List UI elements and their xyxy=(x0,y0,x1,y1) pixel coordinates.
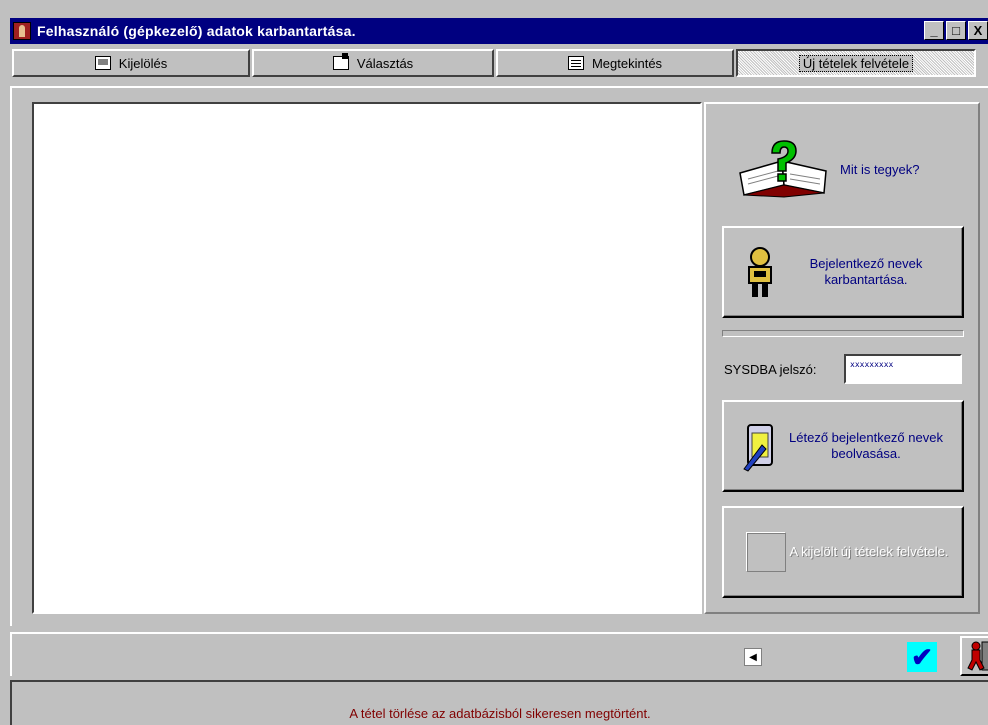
tab-label: Kijelölés xyxy=(118,55,168,71)
login-names-label: Bejelentkező nevek karbantartása. xyxy=(809,256,923,287)
read-login-names-label: Létező bejelentkező nevek beolvasása. xyxy=(789,430,943,461)
tab-label: Választás xyxy=(356,55,414,71)
status-bar: A tétel törlése az adatbázisból sikerese… xyxy=(10,680,988,725)
tab-uj-tetelek[interactable]: Új tételek felvétele xyxy=(736,49,976,77)
main-window: Felhasználó (gépkezelő) adatok karbantar… xyxy=(0,0,988,725)
keyboard-icon xyxy=(94,56,111,70)
database-edit-icon xyxy=(743,424,773,472)
tab-bar: Kijelölés Választás Megtekintés Új tétel… xyxy=(10,46,988,82)
window-controls: _ □ X xyxy=(922,21,988,40)
items-list[interactable] xyxy=(32,102,702,614)
window-title: Felhasználó (gépkezelő) adatok karbantar… xyxy=(37,23,356,39)
password-label: SYSDBA jelszó: xyxy=(724,362,817,377)
password-input[interactable]: xxxxxxxxx xyxy=(844,354,962,384)
exit-button[interactable] xyxy=(960,636,988,676)
add-selected-items-button[interactable]: A kijelölt új tételek felvétele. xyxy=(722,506,964,598)
help-link[interactable]: Mit is tegyek? xyxy=(736,134,966,204)
ok-check-button[interactable]: ✔ xyxy=(907,642,937,672)
app-icon xyxy=(13,22,31,40)
add-selected-items-label: A kijelölt új tételek felvétele. xyxy=(789,544,949,559)
main-panel: Mit is tegyek? Bejelentkező nevek karban… xyxy=(10,86,988,626)
user-icon xyxy=(748,247,772,297)
tab-label: Új tételek felvétele xyxy=(798,54,914,72)
status-message: A tétel törlése az adatbázisból sikerese… xyxy=(349,706,651,721)
disabled-icon xyxy=(746,532,786,572)
view-icon xyxy=(567,56,584,70)
navigate-icon[interactable]: ◀ xyxy=(744,648,762,666)
exit-door-icon xyxy=(967,641,988,671)
tab-valasztas[interactable]: Választás xyxy=(252,49,494,77)
tab-megtekintes[interactable]: Megtekintés xyxy=(496,49,734,77)
actions-panel: Mit is tegyek? Bejelentkező nevek karban… xyxy=(704,102,980,614)
maximize-button[interactable]: □ xyxy=(946,21,966,40)
help-label: Mit is tegyek? xyxy=(840,161,920,177)
title-bar[interactable]: Felhasználó (gépkezelő) adatok karbantar… xyxy=(10,18,988,44)
minimize-button[interactable]: _ xyxy=(924,21,944,40)
read-login-names-button[interactable]: Létező bejelentkező nevek beolvasása. xyxy=(722,400,964,492)
bottom-toolbar: ◀ ✔ xyxy=(10,632,988,676)
tab-label: Megtekintés xyxy=(591,55,663,71)
close-button[interactable]: X xyxy=(968,21,988,40)
tab-kijeloles[interactable]: Kijelölés xyxy=(12,49,250,77)
select-icon xyxy=(332,53,349,70)
separator xyxy=(722,330,964,337)
login-names-button[interactable]: Bejelentkező nevek karbantartása. xyxy=(722,226,964,318)
help-book-icon xyxy=(739,140,827,198)
